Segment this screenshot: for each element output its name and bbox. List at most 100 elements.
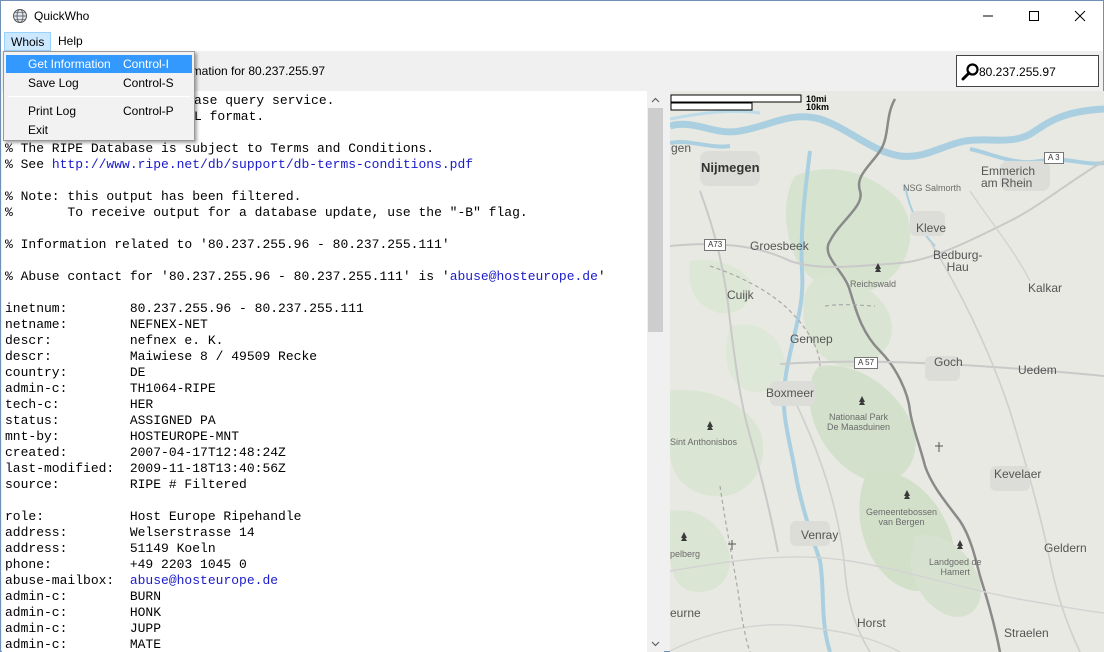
whois-line: admin-c: JUPP (5, 621, 645, 637)
whois-line: address: 51149 Koeln (5, 541, 645, 557)
whois-line-text: country: DE (5, 365, 146, 380)
whois-line (5, 173, 645, 189)
whois-line: admin-c: HONK (5, 605, 645, 621)
whois-output-pane[interactable]: ase query service. L format. % The RIPE Da… (2, 91, 664, 652)
scroll-up-button[interactable] (647, 91, 664, 108)
whois-line: address: Welserstrasse 14 (5, 525, 645, 541)
map-label-straelen: Straelen (1004, 626, 1049, 640)
minimize-button[interactable] (965, 1, 1011, 31)
map-label-geldern: Geldern (1044, 541, 1087, 555)
scroll-down-button[interactable] (647, 635, 664, 652)
menu-item-exit[interactable]: Exit (6, 121, 192, 139)
whois-line: admin-c: MATE (5, 637, 645, 652)
map-label-nsg-salmorth: NSG Salmorth (903, 183, 962, 193)
map-label-kleve: Kleve (916, 221, 947, 235)
map-label-landgoed-hamert: Landgoed de Hamert (929, 557, 982, 577)
whois-line-text: % See (5, 157, 52, 172)
menu-help[interactable]: Help (52, 32, 89, 51)
whois-line: mnt-by: HOSTEUROPE-MNT (5, 429, 645, 445)
vertical-scrollbar[interactable] (647, 91, 664, 652)
menu-item-get-information[interactable]: Get Information Control-I (6, 55, 192, 73)
map-label-boxmeer: Boxmeer (766, 386, 815, 400)
whois-line: country: DE (5, 365, 645, 381)
whois-line-text: L format. (194, 109, 265, 124)
whois-line: tech-c: HER (5, 397, 645, 413)
chevron-up-icon (651, 97, 660, 102)
whois-line-text: admin-c: JUPP (5, 621, 162, 636)
print-log-shortcut: Control-P (123, 104, 174, 118)
get-information-label: Get Information (28, 57, 111, 71)
map-label-horst: Horst (857, 616, 886, 630)
road-shield-a3: A 3 (1044, 152, 1064, 164)
whois-line: descr: nefnex e. K. (5, 333, 645, 349)
whois-line-text: inetnum: 80.237.255.96 - 80.237.255.111 (5, 301, 364, 316)
whois-line-text: % Information related to '80.237.255.96 … (5, 237, 450, 252)
whois-line-text: mnt-by: HOSTEUROPE-MNT (5, 429, 240, 444)
menu-bar: Whois Help (1, 31, 1103, 51)
whois-line-text: admin-c: HONK (5, 605, 162, 620)
map-label-cuijk: Cuijk (727, 288, 754, 302)
search-icon[interactable] (961, 62, 981, 82)
scale-km-label: 10km (806, 102, 830, 112)
chevron-down-icon (651, 641, 660, 646)
map-label-kevelaer: Kevelaer (994, 467, 1042, 481)
whois-line: % Abuse contact for '80.237.255.96 - 80.… (5, 269, 645, 285)
title-bar: QuickWho (1, 1, 1103, 31)
whois-line-text: descr: Maiwiese 8 / 49509 Recke (5, 349, 318, 364)
whois-line-text: % Abuse contact for '80.237.255.96 - 80.… (5, 269, 450, 284)
menu-whois[interactable]: Whois (4, 32, 52, 51)
whois-line: % To receive output for a database updat… (5, 205, 645, 221)
whois-line-text: admin-c: TH1064-RIPE (5, 381, 216, 396)
whois-line (5, 493, 645, 509)
whois-line-text: ase query service. (194, 93, 335, 108)
whois-line: netname: NEFNEX-NET (5, 317, 645, 333)
whois-line (5, 285, 645, 301)
whois-line: role: Host Europe Ripehandle (5, 509, 645, 525)
whois-line-text: address: Welserstrasse 14 (5, 525, 255, 540)
road-shield-a57: A 57 (854, 357, 879, 369)
close-button[interactable] (1057, 1, 1103, 31)
map-label-venray: Venray (801, 528, 839, 542)
whois-line-text: descr: nefnex e. K. (5, 333, 224, 348)
maximize-button[interactable] (1011, 1, 1057, 31)
whois-line-text: role: Host Europe Ripehandle (5, 509, 302, 524)
whois-line: % Note: this output has been filtered. (5, 189, 645, 205)
whois-line-text: ' (597, 269, 606, 284)
map-label-emmerich: Emmerich am Rhein (981, 164, 1036, 190)
map-label-bedburg-hau: Bedburg- Hau (933, 248, 983, 274)
app-window: QuickWho Whois Help ormation for 80.237.… (0, 0, 1104, 652)
whois-link[interactable]: http://www.ripe.net/db/support/db-terms-… (52, 157, 473, 172)
exit-label: Exit (28, 123, 49, 137)
whois-line-text: % Note: this output has been filtered. (5, 189, 302, 204)
whois-line: created: 2007-04-17T12:48:24Z (5, 445, 645, 461)
ip-search-input[interactable]: 80.237.255.97 (956, 55, 1099, 87)
map-label-kalkar: Kalkar (1028, 281, 1063, 295)
whois-link[interactable]: abuse@hosteurope.de (450, 269, 598, 284)
whois-line: abuse-mailbox: abuse@hosteurope.de (5, 573, 645, 589)
maximize-icon (1029, 11, 1039, 21)
print-log-label: Print Log (28, 104, 77, 118)
whois-line-text: phone: +49 2203 1045 0 (5, 557, 247, 572)
whois-link[interactable]: abuse@hosteurope.de (130, 573, 278, 588)
map-view[interactable]: 10mi 10km A 3 A73 A 57 gen Nijmegen Emme… (670, 91, 1104, 652)
window-title: QuickWho (34, 9, 90, 23)
map-label-gen: gen (671, 141, 692, 155)
menu-item-print-log[interactable]: Print Log Control-P (6, 102, 192, 120)
scroll-thumb[interactable] (648, 108, 663, 332)
menu-separator (8, 96, 190, 97)
whois-line-text: source: RIPE # Filtered (5, 477, 247, 492)
menu-item-save-log[interactable]: Save Log Control-S (6, 74, 192, 92)
whois-line-text: admin-c: BURN (5, 589, 162, 604)
whois-line-text: % The RIPE Database is subject to Terms … (5, 141, 435, 156)
whois-line: admin-c: TH1064-RIPE (5, 381, 645, 397)
whois-line: source: RIPE # Filtered (5, 477, 645, 493)
whois-line-text: created: 2007-04-17T12:48:24Z (5, 445, 286, 460)
globe-app-icon (13, 9, 27, 23)
whois-line-text: netname: NEFNEX-NET (5, 317, 208, 332)
save-log-label: Save Log (28, 76, 79, 90)
map-label-groesbeek: Groesbeek (750, 239, 809, 253)
whois-line (5, 221, 645, 237)
whois-line: admin-c: BURN (5, 589, 645, 605)
whois-line-text: last-modified: 2009-11-18T13:40:56Z (5, 461, 286, 476)
whois-line-text: tech-c: HER (5, 397, 154, 412)
